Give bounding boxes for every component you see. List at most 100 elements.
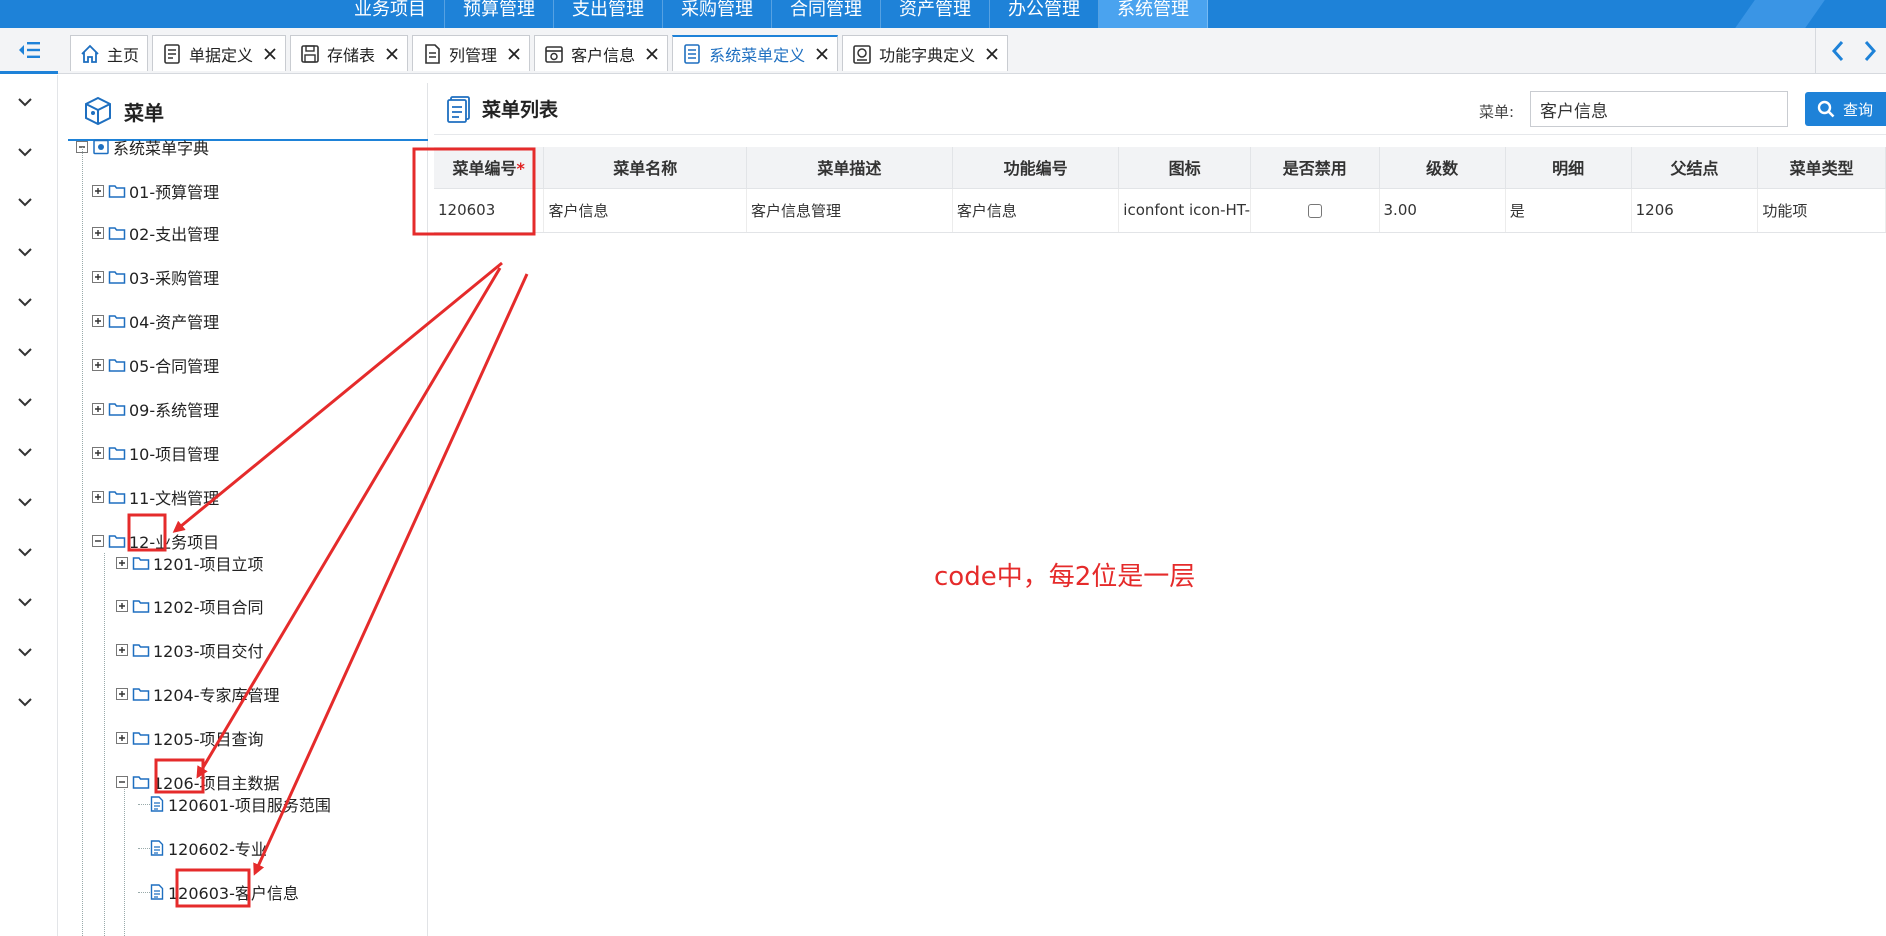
expand-icon[interactable] — [116, 557, 128, 569]
tree-root-node[interactable]: 系统菜单字典 — [76, 134, 209, 160]
tree-node[interactable]: 04-资产管理 — [92, 308, 219, 334]
expand-icon[interactable] — [92, 315, 104, 327]
column-header-menu-name[interactable]: 菜单名称 — [543, 147, 747, 189]
rail-expand-button[interactable] — [17, 593, 33, 607]
rail-expand-button[interactable] — [17, 343, 33, 357]
cell-function-code[interactable]: 客户信息 — [952, 188, 1120, 233]
column-header-menu-code[interactable]: 菜单编号* — [434, 147, 545, 189]
chevron-down-icon — [18, 548, 32, 557]
close-icon[interactable] — [815, 47, 829, 61]
column-header-detail[interactable]: 明细 — [1505, 147, 1632, 189]
close-icon[interactable] — [985, 47, 999, 61]
expand-icon[interactable] — [92, 185, 104, 197]
tree-node-label: 11-文档管理 — [129, 489, 220, 508]
tree-node[interactable]: 10-项目管理 — [92, 440, 219, 466]
column-header-function-code[interactable]: 功能编号 — [952, 147, 1120, 189]
tree-node[interactable]: 01-预算管理 — [92, 178, 219, 204]
query-button-label: 查询 — [1843, 100, 1874, 119]
tree-node[interactable]: 1203-项目交付 — [116, 637, 264, 663]
rail-expand-button[interactable] — [17, 643, 33, 657]
rail-expand-button[interactable] — [17, 93, 33, 107]
expand-icon[interactable] — [92, 359, 104, 371]
tree-node[interactable]: 09-系统管理 — [92, 396, 219, 422]
column-header-icon[interactable]: 图标 — [1118, 147, 1251, 189]
tab-column-management[interactable]: 列管理 — [412, 35, 531, 71]
tab-strip: 主页 单据定义 存储表 列管理 客户信息 系统菜单定义 功能字典定义 — [0, 28, 1886, 74]
nav-item-business-project[interactable]: 业务项目 — [336, 0, 445, 28]
rail-expand-button[interactable] — [17, 443, 33, 457]
rail-expand-button[interactable] — [17, 393, 33, 407]
column-header-menu-type[interactable]: 菜单类型 — [1757, 147, 1886, 189]
table-row[interactable]: 120603 客户信息 客户信息管理 客户信息 iconfont icon-HT… — [434, 188, 1886, 233]
cell-menu-name[interactable]: 客户信息 — [543, 188, 747, 233]
list-doc-icon — [446, 95, 472, 123]
tab-form-definition[interactable]: 单据定义 — [152, 35, 287, 71]
cell-menu-type[interactable]: 功能项 — [1757, 188, 1886, 233]
collapse-menu-icon — [19, 41, 40, 58]
rail-expand-button[interactable] — [17, 693, 33, 707]
disabled-checkbox[interactable] — [1307, 203, 1322, 218]
expand-icon[interactable] — [92, 491, 104, 503]
menu-search-input[interactable] — [1530, 91, 1788, 127]
tree-node[interactable]: 1204-专家库管理 — [116, 681, 280, 707]
expand-icon[interactable] — [92, 271, 104, 283]
expand-icon[interactable] — [116, 688, 128, 700]
rail-expand-button[interactable] — [17, 243, 33, 257]
tree-node[interactable]: 1201-项目立项 — [116, 550, 264, 576]
cell-detail[interactable]: 是 — [1505, 188, 1632, 233]
column-header-parent-node[interactable]: 父结点 — [1631, 147, 1759, 189]
nav-item-system[interactable]: 系统管理 — [1099, 0, 1208, 28]
cell-level[interactable]: 3.00 — [1379, 188, 1506, 233]
cell-parent-node[interactable]: 1206 — [1631, 188, 1759, 233]
tree-node[interactable]: 120602-专业 — [150, 835, 267, 861]
nav-item-asset[interactable]: 资产管理 — [881, 0, 990, 28]
expand-icon[interactable] — [92, 403, 104, 415]
query-button[interactable]: 查询 — [1805, 92, 1886, 126]
cell-menu-description[interactable]: 客户信息管理 — [746, 188, 953, 233]
tree-node[interactable]: 03-采购管理 — [92, 264, 219, 290]
close-icon[interactable] — [507, 47, 521, 61]
close-icon[interactable] — [385, 47, 399, 61]
cell-menu-code[interactable]: 120603 — [434, 188, 545, 233]
tab-function-dictionary[interactable]: 功能字典定义 — [842, 35, 1009, 71]
expand-icon[interactable] — [92, 447, 104, 459]
collapse-icon[interactable] — [92, 535, 104, 547]
tab-scroll-right-button[interactable] — [1854, 36, 1886, 66]
expand-icon[interactable] — [116, 600, 128, 612]
tree-node[interactable]: 120603-客户信息 — [150, 879, 299, 905]
nav-item-office[interactable]: 办公管理 — [990, 0, 1099, 28]
nav-item-expense[interactable]: 支出管理 — [554, 0, 663, 28]
rail-expand-button[interactable] — [17, 193, 33, 207]
tree-node[interactable]: 120601-项目服务范围 — [150, 791, 331, 817]
column-header-disabled[interactable]: 是否禁用 — [1250, 147, 1380, 189]
close-icon[interactable] — [263, 47, 277, 61]
tab-customer-info[interactable]: 客户信息 — [534, 35, 669, 71]
tree-node[interactable]: 02-支出管理 — [92, 220, 219, 246]
tab-storage-table[interactable]: 存储表 — [290, 35, 409, 71]
nav-item-procurement[interactable]: 采购管理 — [663, 0, 772, 28]
rail-expand-button[interactable] — [17, 143, 33, 157]
chevron-down-icon — [18, 598, 32, 607]
close-icon[interactable] — [645, 47, 659, 61]
tree-node[interactable]: 11-文档管理 — [92, 484, 219, 510]
sidebar-toggle-button[interactable] — [0, 28, 58, 74]
tab-home[interactable]: 主页 — [70, 35, 149, 71]
tab-system-menu-definition[interactable]: 系统菜单定义 — [672, 35, 839, 71]
tree-node[interactable]: 1202-项目合同 — [116, 593, 264, 619]
column-header-menu-description[interactable]: 菜单描述 — [746, 147, 953, 189]
nav-item-contract[interactable]: 合同管理 — [772, 0, 881, 28]
tree-node[interactable]: 1205-项目查询 — [116, 725, 264, 751]
expand-icon[interactable] — [116, 732, 128, 744]
column-header-level[interactable]: 级数 — [1379, 147, 1506, 189]
expand-icon[interactable] — [92, 227, 104, 239]
rail-expand-button[interactable] — [17, 493, 33, 507]
folder-icon — [108, 445, 126, 461]
expand-icon[interactable] — [116, 644, 128, 656]
tab-scroll-left-button[interactable] — [1822, 36, 1854, 66]
rail-expand-button[interactable] — [17, 293, 33, 307]
cell-icon[interactable]: iconfont icon-HT- — [1118, 188, 1251, 233]
rail-expand-button[interactable] — [17, 543, 33, 557]
tree-node[interactable]: 05-合同管理 — [92, 352, 219, 378]
nav-item-budget[interactable]: 预算管理 — [445, 0, 554, 28]
collapse-icon[interactable] — [116, 776, 128, 788]
